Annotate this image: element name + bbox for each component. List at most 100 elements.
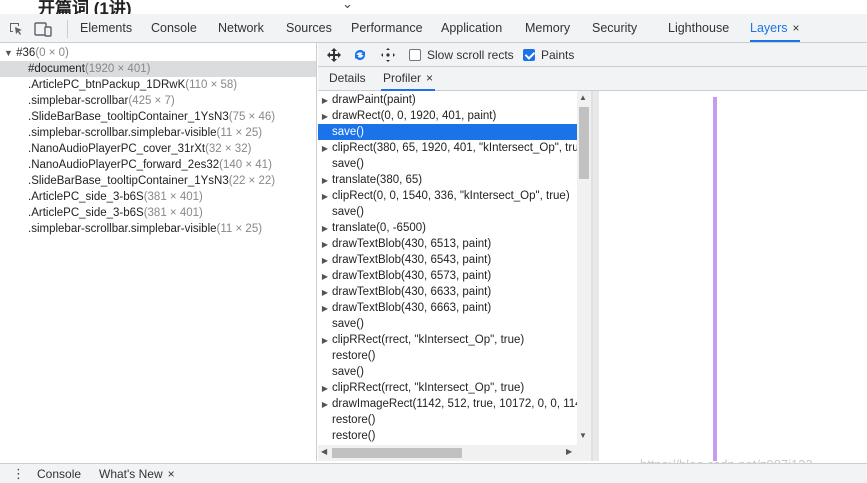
tab-label: Lighthouse bbox=[668, 21, 730, 35]
paint-command-row[interactable]: ▶ drawPaint(paint) bbox=[318, 92, 577, 108]
expand-triangle-icon[interactable]: ▶ bbox=[318, 93, 332, 108]
scroll-up-arrow-icon[interactable]: ▲ bbox=[579, 93, 587, 102]
expand-triangle-icon[interactable]: ▶ bbox=[318, 285, 332, 300]
tab-layers[interactable]: Layers × bbox=[750, 14, 800, 42]
close-icon[interactable]: × bbox=[168, 467, 175, 481]
layer-tree-item[interactable]: .simplebar-scrollbar.simplebar-visible(1… bbox=[0, 221, 262, 237]
layer-size: (1920 × 401) bbox=[84, 63, 151, 75]
tab-performance[interactable]: Performance bbox=[351, 14, 423, 42]
paint-command-row[interactable]: save() bbox=[318, 316, 577, 332]
rotate-mode-icon[interactable] bbox=[352, 47, 368, 63]
paint-command-row[interactable]: ▶ clipRRect(rrect, "kIntersect_Op", true) bbox=[318, 332, 577, 348]
expand-triangle-icon[interactable]: ▶ bbox=[318, 253, 332, 268]
more-options-icon[interactable]: ⋮ bbox=[12, 466, 25, 482]
device-toggle-icon[interactable] bbox=[34, 21, 52, 37]
layer-tree-item[interactable]: .ArticlePC_side_3-b6S(381 × 401) bbox=[0, 205, 203, 221]
reset-transform-icon[interactable] bbox=[380, 47, 396, 63]
expand-triangle-icon[interactable]: ▶ bbox=[318, 333, 332, 348]
paint-command-row[interactable]: ▶ clipRect(0, 0, 1540, 336, "kIntersect_O… bbox=[318, 188, 577, 204]
tab-application[interactable]: Application bbox=[441, 14, 502, 42]
tab-label: Console bbox=[151, 21, 197, 35]
subtab-details[interactable]: Details bbox=[327, 67, 368, 91]
timeline-paint-bar[interactable] bbox=[713, 97, 717, 461]
layer-toolbar: Slow scroll rects Paints bbox=[318, 43, 867, 67]
expand-triangle-icon[interactable]: ▶ bbox=[318, 269, 332, 284]
root-layer-size: (0 × 0) bbox=[35, 47, 69, 59]
layer-tree-item[interactable]: .SlideBarBase_tooltipContainer_1YsN3(75 … bbox=[0, 109, 275, 125]
paint-command-row[interactable]: restore() bbox=[318, 348, 577, 364]
paint-command-row[interactable]: save() bbox=[318, 364, 577, 380]
expand-triangle-icon[interactable]: ▶ bbox=[318, 141, 332, 156]
paint-command-row[interactable]: ▶ drawTextBlob(430, 6513, paint) bbox=[318, 236, 577, 252]
paint-command-row[interactable]: ▶ drawTextBlob(430, 6543, paint) bbox=[318, 252, 577, 268]
scrollbar-thumb[interactable] bbox=[332, 448, 462, 458]
paint-command-row[interactable]: save() bbox=[318, 204, 577, 220]
expand-triangle-icon[interactable]: ▶ bbox=[318, 237, 332, 252]
drawer-tab-console[interactable]: Console bbox=[37, 467, 81, 481]
tab-lighthouse[interactable]: Lighthouse bbox=[668, 14, 729, 42]
command-list-horizontal-scrollbar[interactable]: ◀ ▶ bbox=[318, 445, 591, 461]
tab-network[interactable]: Network bbox=[218, 14, 264, 42]
drawer-tab-what-s-new[interactable]: What's New × bbox=[99, 467, 175, 481]
layer-size: (110 × 58) bbox=[185, 79, 238, 91]
layer-tree-item[interactable]: .simplebar-scrollbar.simplebar-visible(1… bbox=[0, 125, 262, 141]
expand-triangle-icon[interactable]: ▶ bbox=[318, 381, 332, 396]
paint-command-row[interactable]: ▶ drawImageRect(1142, 512, true, 10172, 0… bbox=[318, 396, 577, 412]
expand-triangle-icon[interactable]: ▶ bbox=[318, 109, 332, 124]
layer-tree-item[interactable]: #document(1920 × 401) bbox=[0, 61, 316, 77]
subtab-profiler[interactable]: Profiler × bbox=[381, 67, 436, 91]
paint-command-row[interactable]: ▶ drawTextBlob(430, 6633, paint) bbox=[318, 284, 577, 300]
layer-tree-item[interactable]: .SlideBarBase_tooltipContainer_1YsN3(22 … bbox=[0, 173, 275, 189]
paint-command-row[interactable]: save() bbox=[318, 156, 577, 172]
expand-triangle-icon[interactable]: ▼ bbox=[4, 48, 13, 58]
tab-label: Application bbox=[441, 21, 503, 35]
pan-mode-icon[interactable] bbox=[326, 47, 342, 63]
paint-command-text: drawTextBlob(430, 6573, paint) bbox=[332, 270, 492, 282]
paint-command-row[interactable]: ▶ clipRRect(rrect, "kIntersect_Op", true) bbox=[318, 380, 577, 396]
slow-scroll-rects-checkbox[interactable] bbox=[409, 49, 421, 61]
expand-triangle-icon[interactable]: ▶ bbox=[318, 221, 332, 236]
tab-console[interactable]: Console bbox=[151, 14, 197, 42]
paint-command-row[interactable]: ▶ drawRect(0, 0, 1920, 401, paint) bbox=[318, 108, 577, 124]
layer-tree-item[interactable]: .simplebar-scrollbar(425 × 7) bbox=[0, 93, 175, 109]
tab-elements[interactable]: Elements bbox=[80, 14, 132, 42]
layer-name: .simplebar-scrollbar bbox=[28, 95, 129, 107]
paint-command-row[interactable]: ▶ translate(380, 65) bbox=[318, 172, 577, 188]
layer-tree-item[interactable]: .ArticlePC_side_3-b6S(381 × 401) bbox=[0, 189, 203, 205]
layer-tree-item[interactable]: .NanoAudioPlayerPC_forward_2es32(140 × 4… bbox=[0, 157, 272, 173]
paint-command-text: save() bbox=[332, 366, 364, 378]
expand-triangle-icon[interactable]: ▶ bbox=[318, 301, 332, 316]
paint-command-row[interactable]: ▶ drawTextBlob(430, 6573, paint) bbox=[318, 268, 577, 284]
layer-size: (22 × 22) bbox=[228, 175, 276, 187]
expand-triangle-icon[interactable]: ▶ bbox=[318, 189, 332, 204]
scroll-left-arrow-icon[interactable]: ◀ bbox=[321, 447, 327, 456]
paint-command-row[interactable]: restore() bbox=[318, 412, 577, 428]
paint-command-row[interactable]: restore() bbox=[318, 428, 577, 444]
layer-tree-root[interactable]: ▼ #36(0 × 0) bbox=[4, 45, 69, 61]
close-icon[interactable]: × bbox=[793, 21, 800, 35]
paint-profiler-timeline[interactable] bbox=[591, 91, 867, 461]
tab-sources[interactable]: Sources bbox=[286, 14, 332, 42]
scroll-down-arrow-icon[interactable]: ▼ bbox=[579, 431, 587, 440]
close-icon[interactable]: × bbox=[426, 71, 433, 85]
tab-security[interactable]: Security bbox=[592, 14, 637, 42]
inspect-element-icon[interactable] bbox=[8, 21, 24, 37]
paint-command-row[interactable]: ▶ drawTextBlob(430, 6663, paint) bbox=[318, 300, 577, 316]
paint-command-row[interactable]: ▶ translate(0, -6500) bbox=[318, 220, 577, 236]
scrollbar-thumb[interactable] bbox=[579, 107, 589, 179]
layer-tree-item[interactable]: .ArticlePC_btnPackup_1DRwK(110 × 58) bbox=[0, 77, 237, 93]
tab-memory[interactable]: Memory bbox=[525, 14, 570, 42]
layer-size: (32 × 32) bbox=[205, 143, 252, 155]
chevron-down-icon[interactable]: ⌄ bbox=[342, 0, 353, 12]
paint-command-row[interactable]: save() bbox=[318, 124, 577, 140]
expand-triangle-icon[interactable]: ▶ bbox=[318, 173, 332, 188]
layer-tree-item[interactable]: .NanoAudioPlayerPC_cover_31rXt(32 × 32) bbox=[0, 141, 251, 157]
paints-checkbox[interactable] bbox=[523, 49, 535, 61]
scroll-right-arrow-icon[interactable]: ▶ bbox=[566, 447, 572, 456]
tab-label: Security bbox=[592, 21, 638, 35]
paint-command-text: save() bbox=[332, 126, 364, 138]
expand-triangle-icon[interactable]: ▶ bbox=[318, 397, 332, 412]
command-list-vertical-scrollbar[interactable]: ▲ ▼ bbox=[577, 91, 591, 445]
paint-command-row[interactable]: ▶ clipRect(380, 65, 1920, 401, "kIntersec… bbox=[318, 140, 577, 156]
layer-size: (425 × 7) bbox=[128, 95, 175, 107]
